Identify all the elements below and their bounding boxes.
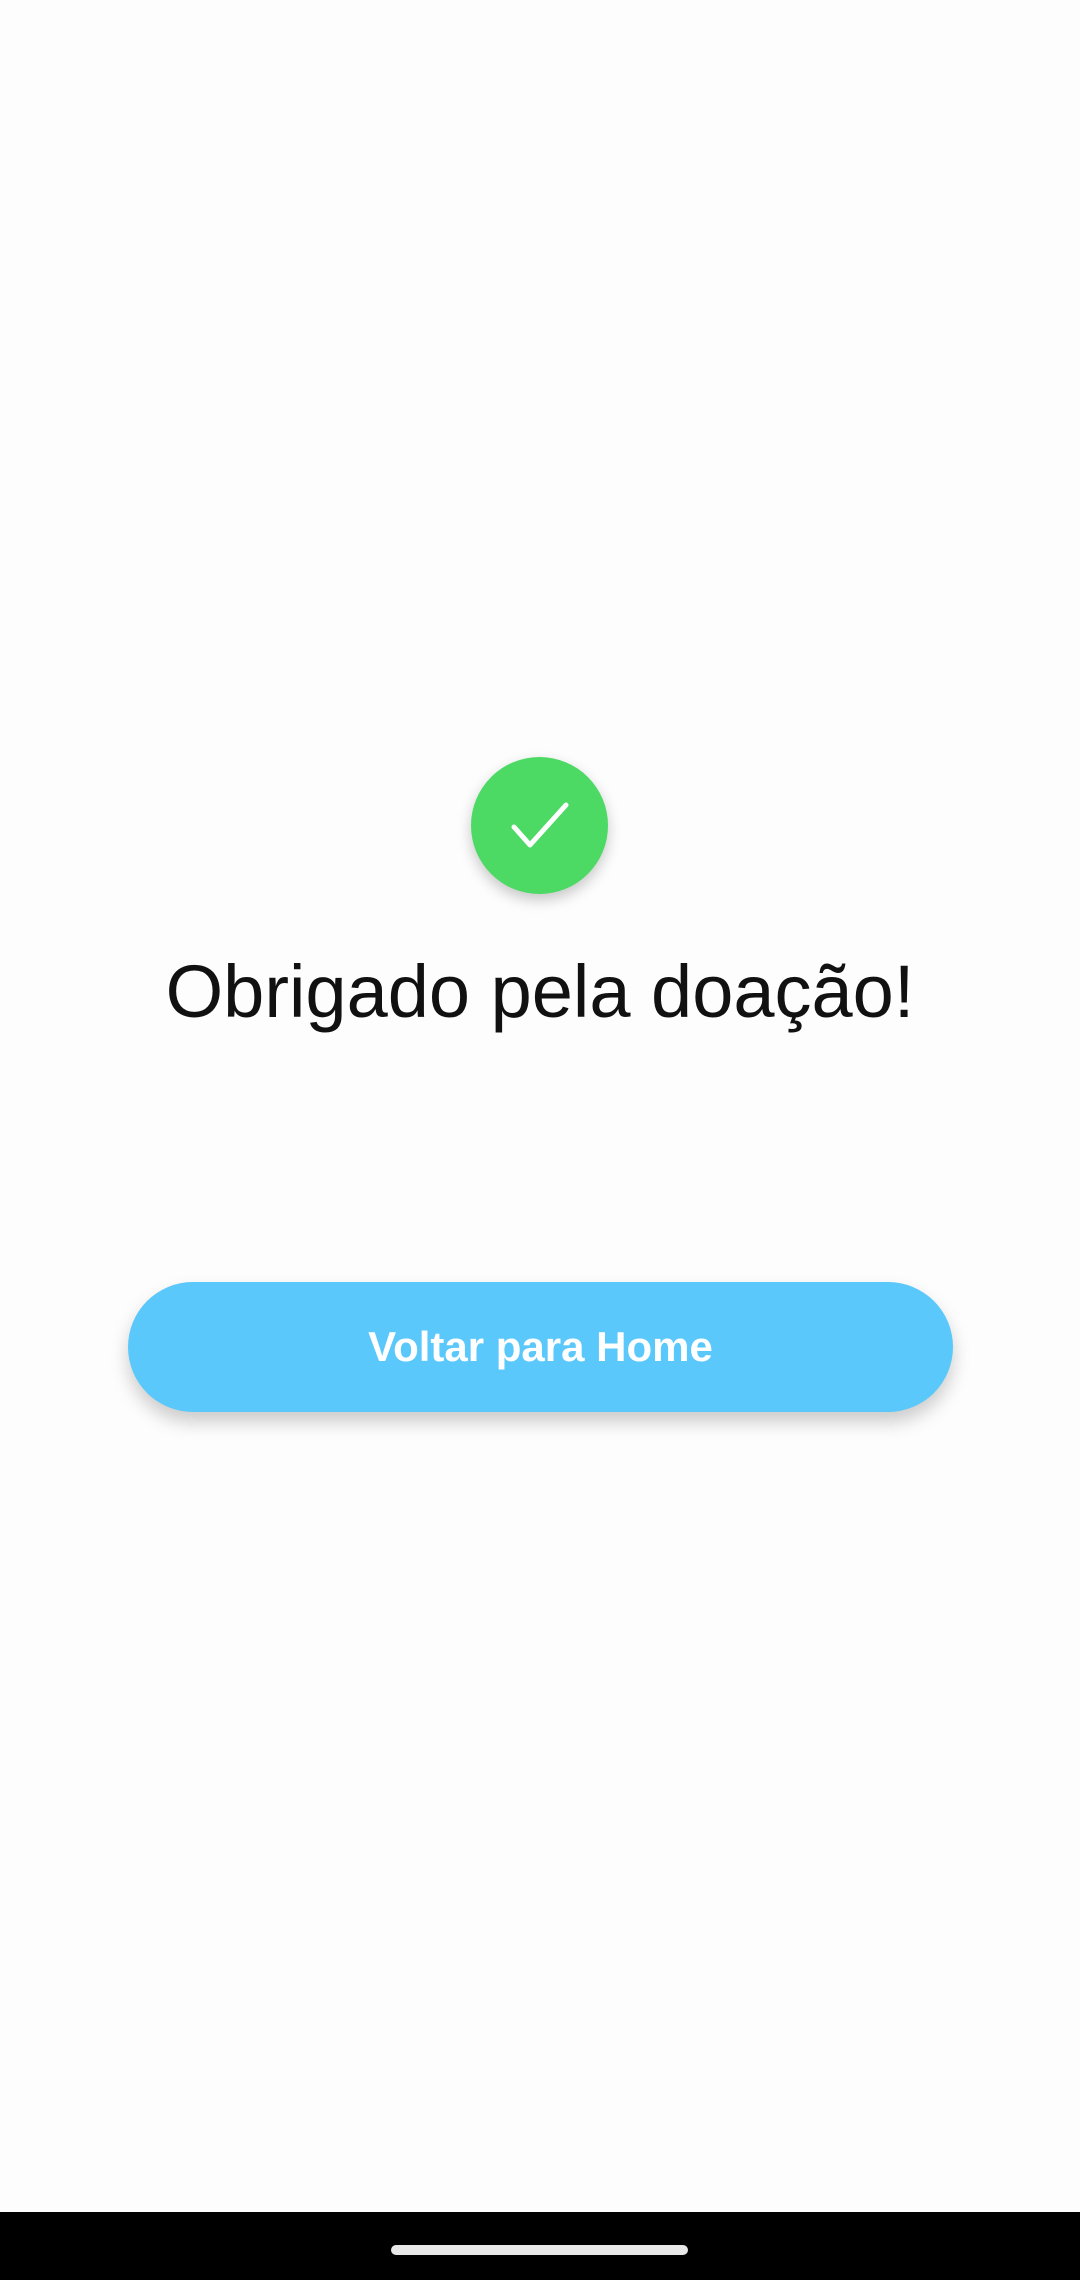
home-indicator[interactable]	[391, 2245, 688, 2255]
back-to-home-button[interactable]: Voltar para Home	[128, 1282, 953, 1412]
success-badge	[471, 757, 608, 894]
thank-you-title: Obrigado pela doação!	[165, 950, 915, 1033]
checkmark-icon	[511, 802, 568, 847]
system-navigation-bar	[0, 2212, 1080, 2280]
donation-success-screen: Obrigado pela doação! Voltar para Home	[0, 0, 1080, 2212]
